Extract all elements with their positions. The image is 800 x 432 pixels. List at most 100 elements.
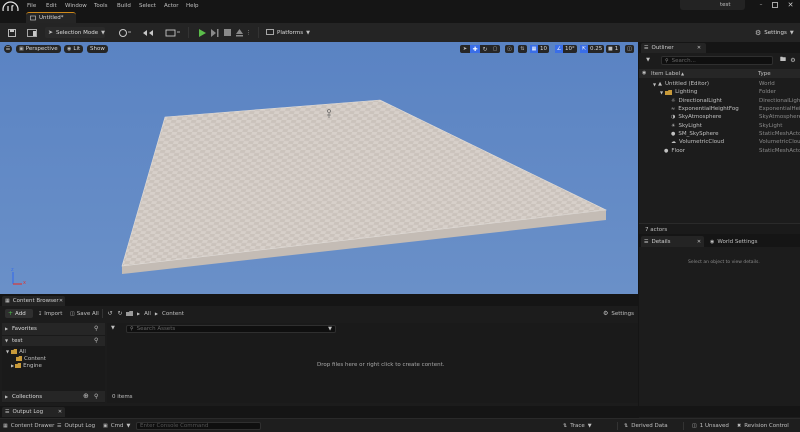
trace-dropdown[interactable]: ⇅ Trace ▼ bbox=[563, 422, 592, 430]
tree-row-sky-atmosphere[interactable]: ◑ SkyAtmosphere SkyAtmosphere bbox=[639, 113, 800, 121]
level-viewport[interactable]: ☰ ▣ Perspective ◉ Lit Show ➤ ✚ ↻ ▢ ☉ ⇅ ▦… bbox=[0, 42, 638, 294]
close-tab-icon[interactable]: ✕ bbox=[696, 44, 702, 52]
tree-row-floor[interactable]: ● Floor StaticMeshActor bbox=[639, 146, 800, 154]
filter-icon[interactable]: ▼ bbox=[111, 325, 115, 331]
tree-row-sky-light[interactable]: ☀ SkyLight SkyLight bbox=[639, 121, 800, 129]
add-button[interactable]: + Add bbox=[5, 309, 33, 318]
project-header[interactable]: ▼ test ⚲ bbox=[2, 336, 105, 346]
rotation-snap-toggle[interactable]: ∠ 10° bbox=[555, 45, 577, 53]
close-window-icon[interactable]: ✕ bbox=[786, 0, 795, 10]
close-tab-icon[interactable]: ✕ bbox=[696, 238, 702, 246]
save-all-button[interactable]: ◫ Save All bbox=[70, 309, 102, 318]
mode-icon[interactable] bbox=[27, 28, 37, 37]
visibility-icon[interactable]: ◉ bbox=[642, 70, 646, 76]
play-icon[interactable] bbox=[198, 28, 206, 37]
import-button[interactable]: ↧ Import bbox=[38, 309, 68, 318]
tree-row-height-fog[interactable]: ≈ ExponentialHeightFog ExponentialHeight… bbox=[639, 105, 800, 113]
favorites-header[interactable]: ▶ Favorites ⚲ bbox=[2, 323, 105, 335]
play-options-icon[interactable]: ⋮ bbox=[246, 28, 252, 37]
select-tool-icon[interactable]: ➤ bbox=[460, 45, 470, 53]
breadcrumb-content[interactable]: Content bbox=[162, 311, 184, 317]
maximize-icon[interactable] bbox=[771, 1, 779, 9]
eject-icon[interactable] bbox=[235, 28, 243, 37]
menu-build[interactable]: Build bbox=[117, 3, 139, 9]
close-tab-icon[interactable]: ✕ bbox=[57, 408, 63, 416]
rotation-snap-value: 10° bbox=[565, 46, 575, 52]
asset-search-input[interactable]: ⚲ Search Assets ▼ bbox=[126, 325, 336, 333]
details-tab[interactable]: ☰ Details bbox=[641, 236, 704, 247]
rotate-tool-icon[interactable]: ↻ bbox=[480, 45, 490, 53]
history-forward-icon[interactable]: ↻ bbox=[116, 309, 124, 318]
asset-view[interactable]: ▼ ⚲ Search Assets ▼ Drop files here or r… bbox=[107, 323, 638, 403]
close-tab-icon[interactable]: ✕ bbox=[58, 297, 64, 305]
outliner-search-input[interactable]: ⚲ Search... bbox=[661, 56, 773, 65]
menu-select[interactable]: Select bbox=[139, 3, 164, 9]
viewport-layout-icon[interactable]: ◫ bbox=[625, 45, 634, 53]
collections-label: Collections bbox=[12, 393, 43, 400]
folder-row-content[interactable]: Content bbox=[2, 355, 105, 362]
skip-forward-icon[interactable] bbox=[211, 28, 219, 37]
settings-dropdown[interactable]: ⚙ Settings ▼ bbox=[755, 27, 797, 38]
folder-row-engine[interactable]: ▶ Engine bbox=[2, 362, 105, 369]
add-folder-icon[interactable]: 🖿 bbox=[779, 56, 787, 64]
search-icon[interactable]: ⚲ bbox=[94, 337, 98, 344]
search-icon[interactable]: ⚲ bbox=[94, 325, 98, 332]
camera-speed-button[interactable]: ■ 1 bbox=[606, 45, 621, 53]
selection-mode-dropdown[interactable]: ➤ Selection Mode ▼ bbox=[45, 27, 105, 38]
collections-header[interactable]: ▶ Collections ⊕ ⚲ bbox=[2, 391, 105, 402]
console-input[interactable]: Enter Console Command bbox=[136, 422, 261, 430]
scale-snap-toggle[interactable]: ⇱ 0.25 bbox=[580, 45, 605, 53]
world-settings-tab[interactable]: ◉ World Settings bbox=[707, 236, 767, 247]
menu-edit[interactable]: Edit bbox=[46, 3, 65, 9]
outliner-settings-icon[interactable]: ⚙ bbox=[789, 56, 797, 64]
folder-row-all[interactable]: ▼ All bbox=[2, 348, 105, 355]
stop-icon[interactable] bbox=[223, 28, 231, 37]
output-log-button[interactable]: ☰ Output Log bbox=[57, 422, 95, 430]
content-settings-button[interactable]: ⚙ Settings bbox=[603, 309, 634, 318]
perspective-icon: ▣ bbox=[19, 46, 24, 52]
content-drawer-button[interactable]: ▦ Content Drawer bbox=[3, 422, 54, 430]
save-icon[interactable] bbox=[7, 28, 16, 37]
output-log-tab[interactable]: ☰ Output Log bbox=[2, 407, 65, 417]
viewport-menu-icon[interactable]: ☰ bbox=[4, 45, 12, 53]
content-browser-tab[interactable]: ▦ Content Browser bbox=[2, 296, 65, 306]
breadcrumb-all[interactable]: All bbox=[144, 311, 151, 317]
world-space-icon[interactable]: ☉ bbox=[505, 45, 514, 53]
tree-row-lighting[interactable]: ▼ Lighting Folder bbox=[639, 88, 800, 96]
tree-row-world[interactable]: ▼ ▲ Untitled (Editor) World bbox=[639, 80, 800, 88]
show-button[interactable]: Show bbox=[87, 45, 108, 53]
outliner-tab-label: Outliner bbox=[651, 45, 674, 51]
tree-row-sky-sphere[interactable]: ● SM_SkySphere StaticMeshActor bbox=[639, 130, 800, 138]
menu-file[interactable]: File bbox=[27, 3, 46, 9]
revision-control-button[interactable]: ✖ Revision Control bbox=[737, 422, 789, 430]
atmosphere-icon: ◑ bbox=[671, 114, 676, 121]
tree-row-volumetric-cloud[interactable]: ☁ VolumetricCloud VolumetricCloud bbox=[639, 138, 800, 146]
menu-window[interactable]: Window bbox=[65, 3, 94, 9]
cmd-dropdown[interactable]: ▣ Cmd ▼ bbox=[103, 422, 130, 430]
grid-snap-toggle[interactable]: ▦ 10 bbox=[530, 45, 549, 53]
col-type[interactable]: Type bbox=[758, 71, 771, 77]
surface-snap-icon[interactable]: ⇅ bbox=[518, 45, 527, 53]
filter-icon[interactable]: ▼ bbox=[643, 56, 653, 64]
tree-row-directional-light[interactable]: ☼ DirectionalLight DirectionalLight bbox=[639, 97, 800, 105]
lit-button[interactable]: ◉ Lit bbox=[64, 45, 84, 53]
minimize-icon[interactable]: – bbox=[757, 1, 765, 9]
perspective-button[interactable]: ▣ Perspective bbox=[16, 45, 61, 53]
unsaved-button[interactable]: ◫ 1 Unsaved bbox=[692, 422, 729, 430]
blueprint-icon[interactable] bbox=[141, 27, 157, 38]
chevron-down-icon: ▼ bbox=[306, 29, 310, 36]
scale-tool-icon[interactable]: ▢ bbox=[490, 45, 500, 53]
platforms-dropdown[interactable]: Platforms ▼ bbox=[266, 27, 310, 38]
search-icon[interactable]: ⚲ bbox=[94, 393, 98, 400]
menu-tools[interactable]: Tools bbox=[94, 3, 117, 9]
translate-tool-icon[interactable]: ✚ bbox=[470, 45, 480, 53]
derived-data-button[interactable]: ⇅ Derived Data bbox=[624, 422, 668, 430]
level-tab[interactable]: Untitled* bbox=[26, 12, 76, 23]
menu-actor[interactable]: Actor bbox=[164, 3, 186, 9]
add-actor-icon[interactable] bbox=[118, 27, 132, 38]
menu-help[interactable]: Help bbox=[186, 3, 206, 9]
col-item-label[interactable]: Item Label bbox=[651, 71, 680, 77]
add-collection-icon[interactable]: ⊕ bbox=[83, 392, 89, 400]
cinematics-icon[interactable] bbox=[165, 27, 181, 38]
history-back-icon[interactable]: ↺ bbox=[106, 309, 114, 318]
